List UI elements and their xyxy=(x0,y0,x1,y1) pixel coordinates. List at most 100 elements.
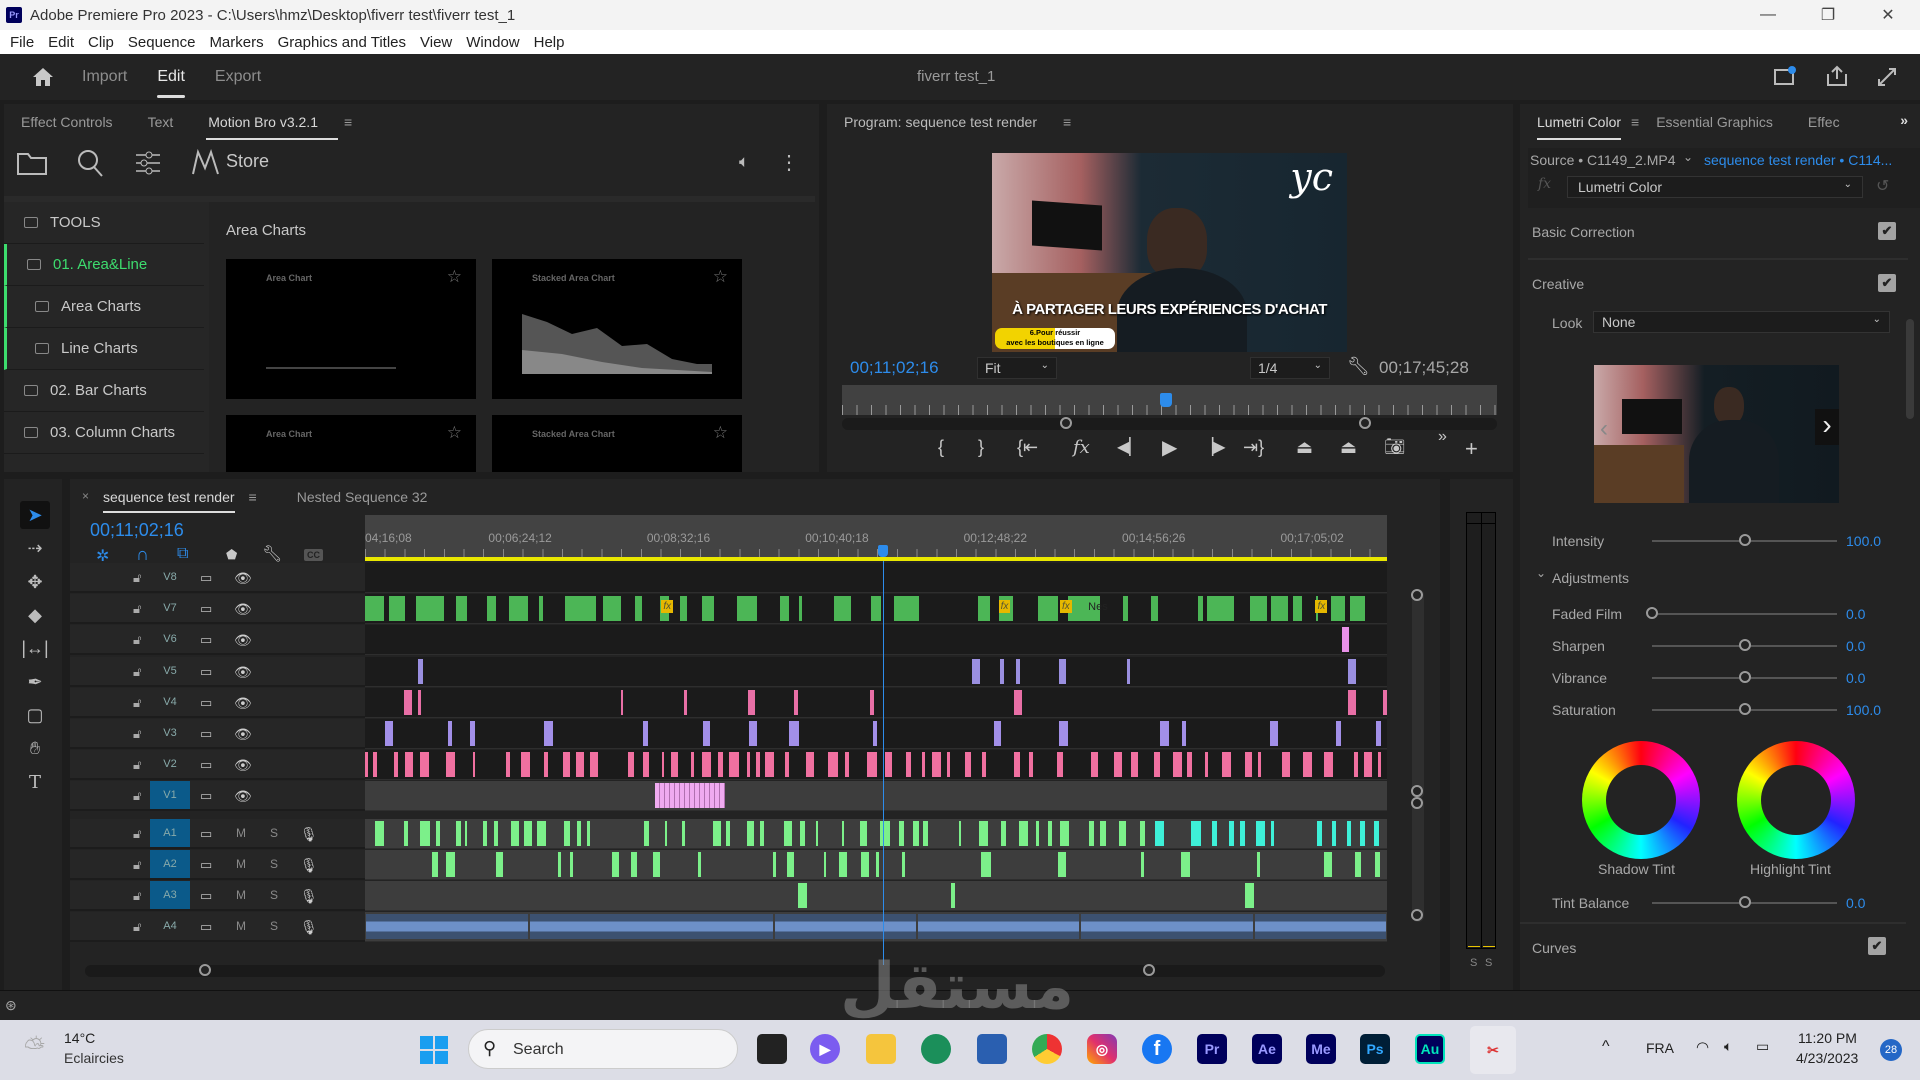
video-clip[interactable] xyxy=(393,752,399,778)
monitor-scrubber[interactable] xyxy=(842,385,1497,415)
video-clip[interactable] xyxy=(565,596,597,622)
video-clip[interactable] xyxy=(1126,658,1130,684)
video-clip[interactable] xyxy=(575,752,585,778)
sync-lock-icon[interactable]: ▭ xyxy=(200,632,212,648)
toggle-output-eye-icon[interactable]: 👁︎ xyxy=(234,788,252,805)
video-clip[interactable] xyxy=(972,658,981,684)
video-clip[interactable] xyxy=(1222,752,1231,778)
slider-knob[interactable] xyxy=(1738,703,1751,715)
toggle-output-eye-icon[interactable]: 👁︎ xyxy=(234,757,252,774)
favorite-star-icon[interactable]: ☆ xyxy=(447,267,462,287)
video-clip[interactable] xyxy=(1058,721,1068,746)
weather-icon[interactable]: ⛅︎ xyxy=(24,1032,45,1064)
video-clip[interactable] xyxy=(1198,596,1203,622)
video-clip[interactable] xyxy=(828,752,838,778)
current-timecode[interactable]: 00;11;02;16 xyxy=(850,358,939,378)
audio-clip[interactable] xyxy=(841,820,844,846)
facebook-icon[interactable]: f xyxy=(1142,1034,1172,1064)
audio-clip[interactable] xyxy=(902,851,905,877)
video-clip[interactable] xyxy=(1335,721,1341,746)
video-clip[interactable] xyxy=(365,752,368,778)
close-tab-icon[interactable]: × xyxy=(82,489,89,503)
intensity-slider[interactable] xyxy=(1652,534,1837,546)
video-clip[interactable] xyxy=(799,596,803,622)
video-clip[interactable] xyxy=(1245,752,1253,778)
category-area-line[interactable]: 01. Area&Line xyxy=(4,244,204,286)
tab-nested-sequence-32[interactable]: Nested Sequence 32 xyxy=(297,489,428,505)
audio-clip[interactable] xyxy=(922,820,929,846)
lock-icon[interactable]: 🔓︎ xyxy=(133,726,141,742)
maximize-button[interactable]: ❐ xyxy=(1798,0,1858,30)
track-target-v7[interactable]: V7 xyxy=(150,594,190,622)
sync-lock-icon[interactable]: ▭ xyxy=(200,826,212,842)
file-explorer-icon[interactable] xyxy=(866,1034,896,1064)
audio-clip[interactable] xyxy=(1211,820,1217,846)
media-encoder-taskbar-icon[interactable]: Me xyxy=(1306,1034,1336,1064)
slip-tool-icon[interactable]: |↔| xyxy=(20,634,50,662)
adjustments-label[interactable]: Adjustments xyxy=(1552,570,1629,586)
tab-effects[interactable]: Effec xyxy=(1808,114,1840,130)
audio-clip[interactable] xyxy=(558,851,562,877)
track-lane-v2[interactable] xyxy=(365,750,1387,781)
category-line-charts[interactable]: Line Charts xyxy=(4,328,204,370)
audio-clip[interactable] xyxy=(420,820,430,846)
audio-clip[interactable] xyxy=(524,820,532,846)
audio-clip[interactable] xyxy=(958,820,961,846)
lift-icon[interactable]: ⏏︎ xyxy=(1296,437,1313,458)
task-view-icon[interactable] xyxy=(757,1034,787,1064)
video-clip[interactable] xyxy=(1249,596,1267,622)
audio-tracks-scrollbar[interactable] xyxy=(1411,797,1424,922)
more-tabs-icon[interactable]: » xyxy=(1900,112,1908,128)
sharpen-value[interactable]: 0.0 xyxy=(1846,638,1865,654)
sound-icon[interactable]: 🔈︎ xyxy=(739,152,749,172)
track-target-v3[interactable]: V3 xyxy=(150,719,190,747)
video-clip[interactable] xyxy=(1113,752,1122,778)
panel-menu-icon[interactable]: ≡ xyxy=(1631,114,1639,130)
video-clip[interactable] xyxy=(1375,721,1382,746)
video-clip[interactable] xyxy=(765,752,775,778)
menu-file[interactable]: File xyxy=(10,34,34,51)
audio-clip[interactable] xyxy=(950,883,956,908)
video-clip[interactable] xyxy=(655,783,725,809)
video-clip[interactable] xyxy=(701,752,711,778)
audio-clip[interactable] xyxy=(784,820,793,846)
minimize-button[interactable]: — xyxy=(1738,0,1798,30)
audio-clip[interactable] xyxy=(1323,851,1332,877)
weather-description[interactable]: Eclaircies xyxy=(64,1050,124,1066)
audio-clip[interactable] xyxy=(1256,820,1265,846)
lock-icon[interactable]: 🔓︎ xyxy=(133,664,141,680)
basic-correction-checkbox[interactable]: ✔ xyxy=(1878,222,1896,240)
video-clip[interactable] xyxy=(365,596,384,622)
video-clip[interactable] xyxy=(384,721,393,746)
razor-tool-icon[interactable]: ◆ xyxy=(20,601,50,629)
video-clip[interactable] xyxy=(894,596,920,622)
video-clip[interactable] xyxy=(737,596,758,622)
video-clip[interactable] xyxy=(1354,752,1359,778)
audio-clip[interactable] xyxy=(576,820,581,846)
audio-clip[interactable] xyxy=(404,820,409,846)
clock-time[interactable]: 11:20 PM xyxy=(1798,1030,1857,1046)
audio-clip[interactable] xyxy=(495,851,504,877)
audio-clip[interactable] xyxy=(981,851,991,877)
audio-clip[interactable] xyxy=(482,820,487,846)
playhead[interactable] xyxy=(1160,393,1173,407)
audio-clip[interactable] xyxy=(1229,820,1234,846)
audio-clip[interactable] xyxy=(978,820,989,846)
favorite-star-icon[interactable]: ☆ xyxy=(713,423,728,443)
lock-icon[interactable]: 🔓︎ xyxy=(133,757,141,773)
timeline-zoom-scrollbar[interactable] xyxy=(85,964,1385,977)
video-clip[interactable] xyxy=(793,689,799,715)
audio-clip[interactable] xyxy=(797,883,808,908)
video-clip[interactable] xyxy=(870,689,875,715)
audio-clip[interactable] xyxy=(1081,914,1254,940)
taskbar-search-box[interactable]: ⚲ Search xyxy=(468,1029,738,1069)
close-button[interactable]: ✕ xyxy=(1858,0,1918,30)
track-lane-v4[interactable] xyxy=(365,687,1387,718)
video-clip[interactable] xyxy=(447,721,452,746)
audio-clip[interactable] xyxy=(1141,851,1145,877)
zoom-bar-handle-right[interactable] xyxy=(1359,417,1371,429)
video-clip[interactable] xyxy=(1205,752,1209,778)
video-clip[interactable] xyxy=(404,689,412,715)
video-clip[interactable] xyxy=(1014,752,1020,778)
video-clip[interactable] xyxy=(867,752,877,778)
